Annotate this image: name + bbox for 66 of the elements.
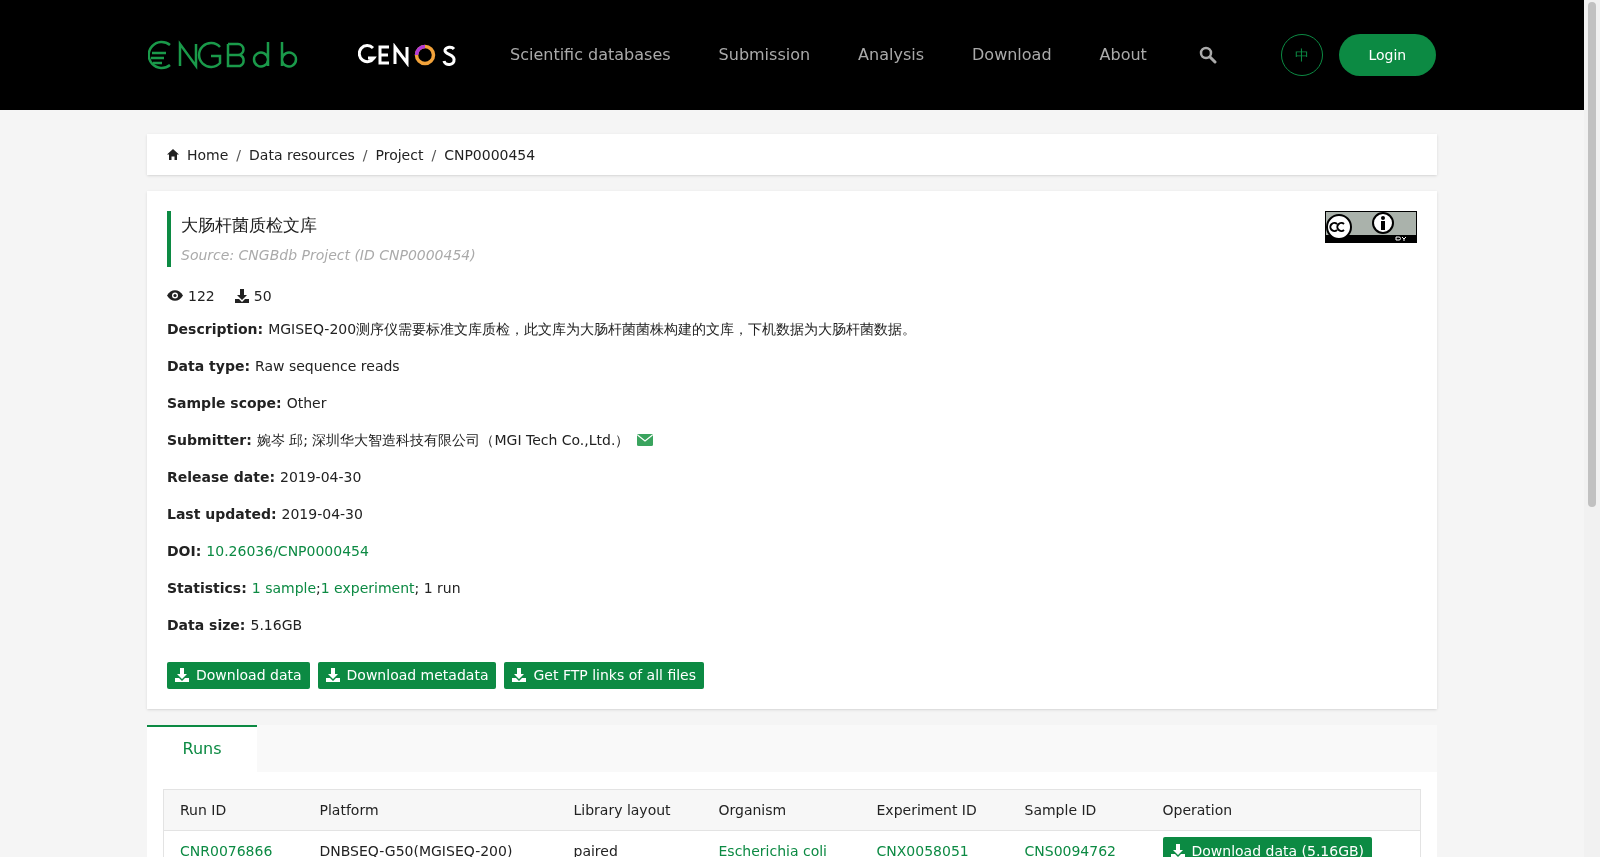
eye-icon — [167, 290, 183, 301]
nav-link[interactable]: Submission — [718, 43, 811, 67]
download-icon — [175, 668, 189, 682]
breadcrumb-separator: / — [236, 145, 242, 165]
field-value: 2019-04-30 — [280, 467, 362, 487]
field-label: DOI: — [167, 541, 202, 561]
field-value: 1 sample;1 experiment; 1 run — [251, 578, 461, 598]
column-header: Run ID — [163, 789, 304, 830]
field-label: Data type: — [167, 356, 250, 376]
field-label: Sample scope: — [167, 393, 282, 413]
download-button[interactable]: Get FTP links of all files — [504, 661, 704, 689]
cc-by-license-badge[interactable] — [1325, 211, 1417, 243]
login-button[interactable]: Login — [1338, 34, 1436, 76]
breadcrumb-link[interactable]: Data resources — [249, 144, 355, 165]
field-label: Release date: — [167, 467, 275, 487]
source-text: Source: CNGBdb Project (ID CNP0000454) — [181, 245, 476, 265]
home-icon — [167, 149, 179, 160]
column-header: Library layout — [557, 789, 703, 830]
download-button[interactable]: Download data — [167, 661, 310, 689]
column-header: Operation — [1146, 789, 1421, 830]
id-link[interactable]: CNS0094762 — [1024, 842, 1116, 857]
scrollbar[interactable] — [1584, 0, 1600, 857]
table-cell: DNBSEQ-G50(MGISEQ-200) — [303, 830, 558, 857]
column-header: Organism — [702, 789, 861, 830]
field-value: 2019-04-30 — [281, 504, 363, 524]
breadcrumb-separator: / — [431, 145, 437, 165]
download-icon — [512, 668, 527, 682]
column-header: Platform — [303, 789, 558, 830]
breadcrumb-link[interactable]: Project — [375, 144, 424, 165]
search-icon[interactable] — [1198, 46, 1217, 64]
genos-logo[interactable] — [358, 43, 458, 67]
field-value: Raw sequence reads — [255, 356, 400, 376]
link[interactable]: 1 experiment — [320, 579, 415, 596]
download-icon — [234, 288, 249, 303]
id-link[interactable]: Escherichia coli — [718, 842, 827, 857]
id-link[interactable]: CNX0058051 — [876, 842, 969, 857]
view-count: 122 — [188, 286, 215, 306]
scrollbar-thumb[interactable] — [1588, 2, 1596, 507]
field-label: Submitter: — [167, 430, 252, 450]
field-value: MGISEQ-200测序仪需要标准文库质检，此文库为大肠杆菌菌株构建的文库，下机数据为大肠杆菌数据。 — [268, 319, 917, 339]
nav-link[interactable]: Analysis — [858, 43, 925, 67]
download-button[interactable]: Download data (5.16GB) — [1162, 837, 1373, 857]
field-label: Statistics: — [167, 578, 247, 598]
field-label: Description: — [167, 319, 264, 339]
breadcrumb-link[interactable]: CNP0000454 — [444, 144, 536, 165]
download-button[interactable]: Download metadata — [317, 661, 497, 689]
download-count: 50 — [253, 286, 272, 306]
field-value: Other — [286, 393, 327, 413]
field-label: Last updated: — [167, 504, 277, 524]
download-icon — [1170, 843, 1185, 857]
project-title: 大肠杆菌质检文库 — [181, 214, 318, 237]
id-link[interactable]: CNR0076866 — [180, 842, 273, 857]
column-header: Experiment ID — [860, 789, 1009, 830]
field-label: Data size: — [167, 615, 246, 635]
field-value: 婉岑 邱; 深圳华大智造科技有限公司（MGI Tech Co.,Ltd.） — [256, 430, 630, 450]
envelope-icon[interactable] — [637, 433, 654, 446]
column-header: Sample ID — [1008, 789, 1147, 830]
nav-link[interactable]: About — [1099, 43, 1147, 67]
breadcrumb-link[interactable]: Home — [187, 144, 229, 165]
nav-link[interactable]: Download — [972, 43, 1052, 67]
breadcrumb-separator: / — [362, 145, 368, 165]
download-icon — [325, 668, 340, 682]
tab[interactable]: Runs — [147, 724, 257, 772]
field-value: 5.16GB — [250, 615, 303, 635]
doi-link[interactable]: 10.26036/CNP0000454 — [206, 540, 369, 561]
nav-link[interactable]: Scientific databases — [510, 43, 671, 67]
